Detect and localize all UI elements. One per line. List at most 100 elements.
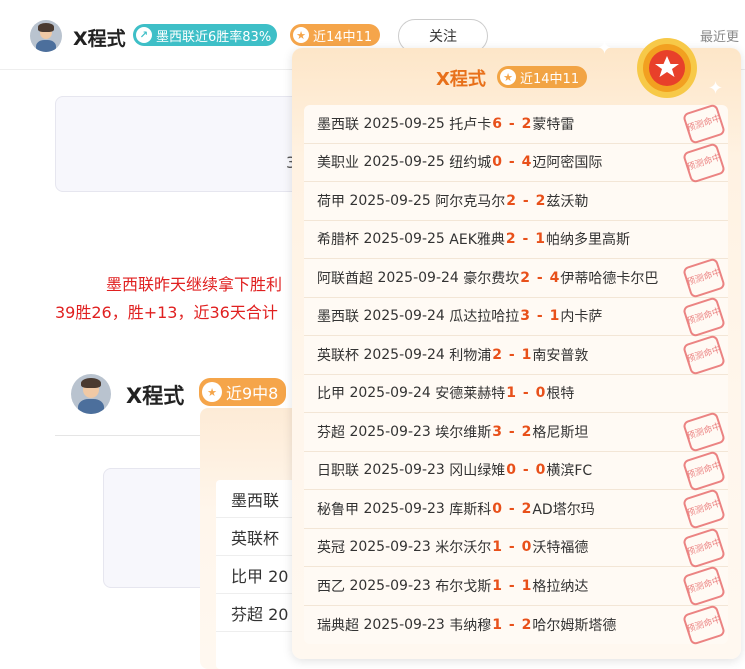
match-row[interactable]: 秘鲁甲 2025-09-23 库斯科 0 - 2 AD塔尔玛 预测命中 bbox=[304, 488, 728, 530]
away-score: 1 bbox=[521, 577, 532, 594]
hit-stamp-icon: 预测命中 bbox=[681, 449, 727, 492]
away-score: 0 bbox=[535, 462, 546, 479]
match-row[interactable]: 比甲 2025-09-24 安德莱赫特 1 - 0 根特 bbox=[304, 375, 728, 413]
home-team: 韦纳穆 bbox=[449, 617, 492, 634]
league: 西乙 bbox=[317, 578, 345, 595]
streak-badge-2: ★ 近9中8 bbox=[199, 378, 287, 406]
match-row[interactable]: 英联杯 2025-09-24 利物浦 2 - 1 南安普敦 预测命中 bbox=[304, 334, 728, 376]
score-separator: - bbox=[504, 616, 520, 633]
star-icon: ★ bbox=[500, 69, 516, 85]
home-team: AEK雅典 bbox=[449, 232, 505, 249]
hit-stamp-icon: 预测命中 bbox=[681, 334, 727, 376]
win-rate-badge: ↗ 墨西联近6胜率83% bbox=[133, 24, 278, 46]
home-score: 1 bbox=[492, 577, 503, 594]
league: 墨西联 bbox=[317, 309, 359, 326]
match-row[interactable]: 日职联 2025-09-23 冈山绿雉 0 - 0 横滨FC 预测命中 bbox=[304, 449, 728, 492]
username-2[interactable]: X程式 bbox=[126, 380, 184, 410]
home-score: 1 bbox=[506, 385, 517, 402]
score-separator: - bbox=[504, 423, 520, 440]
away-team: 迈阿密国际 bbox=[532, 155, 603, 172]
hit-stamp-icon: 预测命中 bbox=[681, 565, 727, 607]
score-separator: - bbox=[517, 231, 534, 248]
home-score: 0 bbox=[492, 500, 503, 517]
away-team: 帕纳多里高斯 bbox=[545, 232, 630, 249]
away-score: 2 bbox=[521, 500, 532, 517]
arrow-up-icon: ↗ bbox=[136, 27, 152, 43]
match-date: 2025-09-25 bbox=[349, 192, 431, 209]
away-score: 0 bbox=[535, 385, 546, 402]
home-team: 瓜达拉哈拉 bbox=[449, 309, 520, 326]
home-team: 冈山绿雉 bbox=[449, 463, 506, 480]
score-separator: - bbox=[518, 385, 534, 402]
away-score: 2 bbox=[521, 423, 532, 440]
away-team: 沃特福德 bbox=[532, 540, 589, 557]
away-score: 1 bbox=[521, 346, 532, 363]
score-separator: - bbox=[518, 192, 534, 209]
match-date: 2025-09-23 bbox=[349, 577, 431, 594]
streak-text-2: 近9中8 bbox=[226, 384, 279, 403]
match-row[interactable]: 墨西联 2025-09-25 托卢卡 6 - 2 蒙特雷 预测命中 bbox=[304, 103, 728, 145]
match-date: 2025-09-24 bbox=[363, 308, 445, 325]
match-date: 2025-09-23 bbox=[349, 539, 431, 556]
league: 美职业 bbox=[317, 155, 359, 172]
recent-update-link[interactable]: 最近更 bbox=[700, 26, 739, 45]
win-rate-text: 墨西联近6胜率83% bbox=[156, 29, 272, 45]
away-team: 根特 bbox=[546, 386, 575, 403]
hit-stamp-icon: 预测命中 bbox=[681, 103, 727, 145]
league: 比甲 bbox=[317, 386, 345, 403]
match-row[interactable]: 墨西联 2025-09-24 瓜达拉哈拉 3 - 1 内卡萨 预测命中 bbox=[304, 295, 728, 338]
league: 荷甲 bbox=[317, 193, 345, 210]
streak-badge: ★ 近14中11 bbox=[290, 24, 381, 46]
away-score: 1 bbox=[535, 231, 545, 248]
match-row[interactable]: 芬超 2025-09-23 埃尔维斯 3 - 2 格尼斯坦 预测命中 bbox=[304, 411, 728, 453]
home-team: 阿尔克马尔 bbox=[435, 193, 506, 210]
match-date: 2025-09-24 bbox=[377, 269, 459, 286]
home-score: 2 bbox=[520, 269, 531, 286]
hit-stamp-icon: 预测命中 bbox=[681, 603, 727, 646]
home-team: 米尔沃尔 bbox=[435, 540, 492, 557]
avatar[interactable] bbox=[30, 20, 62, 52]
home-team: 安德莱赫特 bbox=[435, 386, 506, 403]
league: 瑞典超 bbox=[317, 617, 359, 634]
home-score: 0 bbox=[492, 154, 503, 171]
match-date: 2025-09-23 bbox=[363, 462, 445, 479]
away-score: 0 bbox=[521, 539, 532, 556]
match-date: 2025-09-25 bbox=[363, 154, 445, 171]
hit-stamp-icon: 预测命中 bbox=[681, 411, 727, 453]
away-score: 4 bbox=[521, 154, 532, 171]
away-score: 2 bbox=[535, 192, 546, 209]
match-row[interactable]: 荷甲 2025-09-25 阿尔克马尔 2 - 2 兹沃勒 bbox=[304, 182, 728, 221]
league: 英联杯 bbox=[317, 347, 359, 364]
star-icon: ★ bbox=[202, 382, 222, 402]
away-team: 伊蒂哈德卡尔巴 bbox=[560, 270, 659, 287]
away-team: AD塔尔玛 bbox=[532, 501, 595, 518]
match-row[interactable]: 英冠 2025-09-23 米尔沃尔 1 - 0 沃特福德 预测命中 bbox=[304, 526, 728, 569]
match-row[interactable]: 瑞典超 2025-09-23 韦纳穆 1 - 2 哈尔姆斯塔德 预测命中 bbox=[304, 603, 728, 646]
match-date: 2025-09-25 bbox=[363, 115, 445, 132]
hit-stamp-icon: 预测命中 bbox=[681, 295, 727, 338]
away-score: 2 bbox=[521, 616, 532, 633]
match-date: 2025-09-23 bbox=[363, 616, 445, 633]
home-team: 托卢卡 bbox=[449, 116, 492, 133]
post-text-line-1: 墨西联昨天继续拿下胜利 bbox=[106, 275, 283, 294]
home-score: 2 bbox=[492, 346, 503, 363]
username[interactable]: X程式 bbox=[73, 24, 126, 51]
away-score: 1 bbox=[549, 308, 560, 325]
match-row[interactable]: 阿联酋超 2025-09-24 豪尔费坎 2 - 4 伊蒂哈德卡尔巴 预测命中 bbox=[304, 257, 728, 299]
match-date: 2025-09-24 bbox=[363, 346, 445, 363]
match-date: 2025-09-25 bbox=[363, 231, 445, 248]
score-separator: - bbox=[504, 577, 520, 594]
score-separator: - bbox=[532, 308, 548, 325]
home-score: 2 bbox=[505, 231, 516, 248]
match-row[interactable]: 西乙 2025-09-23 布尔戈斯 1 - 1 格拉纳达 预测命中 bbox=[304, 565, 728, 607]
score-separator: - bbox=[532, 269, 548, 286]
away-team: 南安普敦 bbox=[532, 347, 589, 364]
home-score: 2 bbox=[506, 192, 517, 209]
match-row[interactable]: 希腊杯 2025-09-25 AEK雅典 2 - 1 帕纳多里高斯 bbox=[304, 221, 728, 259]
away-team: 蒙特雷 bbox=[532, 116, 575, 133]
match-row[interactable]: 美职业 2025-09-25 纽约城 0 - 4 迈阿密国际 预测命中 bbox=[304, 141, 728, 184]
away-team: 横滨FC bbox=[546, 463, 593, 480]
home-team: 埃尔维斯 bbox=[435, 424, 492, 441]
avatar-2[interactable] bbox=[71, 374, 111, 414]
home-team: 豪尔费坎 bbox=[463, 270, 520, 287]
